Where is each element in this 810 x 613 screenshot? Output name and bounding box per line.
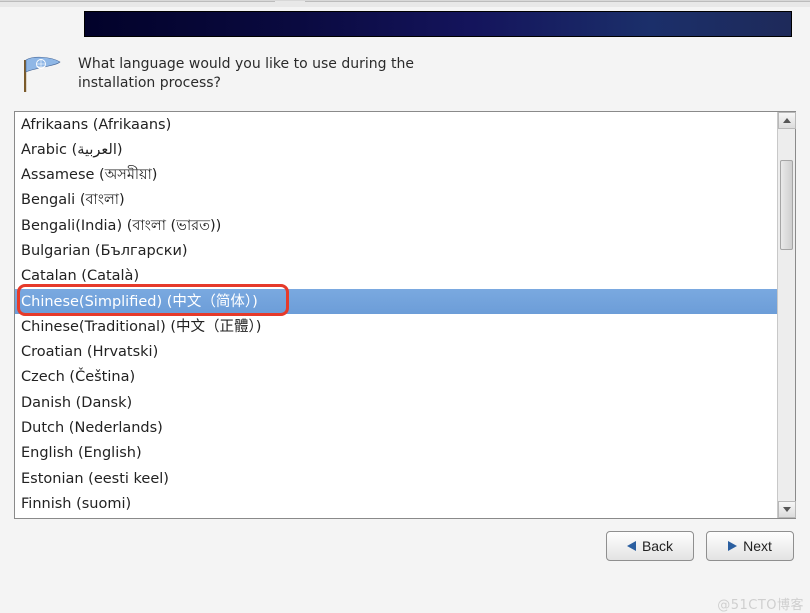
prompt-line2: installation process?: [78, 75, 221, 91]
language-option[interactable]: Chinese(Simplified) (中文（简体）): [15, 289, 777, 314]
watermark: @51CTO博客: [717, 594, 804, 613]
scroll-down-button[interactable]: [778, 501, 796, 518]
un-flag-icon: [20, 53, 64, 95]
language-list-body[interactable]: Afrikaans (Afrikaans)Arabic (العربية)Ass…: [15, 112, 777, 518]
language-option[interactable]: Bengali(India) (বাংলা (ভারত)): [15, 213, 777, 238]
titlebar: [0, 1, 810, 7]
chevron-up-icon: [783, 118, 791, 123]
language-option[interactable]: Catalan (Català): [15, 264, 777, 289]
language-option[interactable]: Bengali (বাংলা): [15, 188, 777, 213]
next-button[interactable]: Next: [706, 531, 794, 561]
language-option[interactable]: Chinese(Traditional) (中文（正體）): [15, 314, 777, 339]
language-option[interactable]: Czech (Čeština): [15, 365, 777, 390]
language-option[interactable]: Afrikaans (Afrikaans): [15, 112, 777, 137]
back-button-label: Back: [642, 538, 673, 554]
prompt-text: What language would you like to use duri…: [78, 53, 414, 93]
language-option[interactable]: Arabic (العربية): [15, 137, 777, 162]
arrow-right-icon: [728, 541, 737, 551]
language-option[interactable]: French (Français): [15, 517, 777, 518]
language-option[interactable]: Dutch (Nederlands): [15, 416, 777, 441]
language-option[interactable]: Assamese (অসমীয়া): [15, 163, 777, 188]
vertical-scrollbar[interactable]: [777, 112, 795, 518]
prompt-row: What language would you like to use duri…: [0, 37, 810, 105]
language-option[interactable]: Estonian (eesti keel): [15, 466, 777, 491]
installer-window: What language would you like to use duri…: [0, 0, 810, 613]
chevron-down-icon: [783, 507, 791, 512]
button-bar: Back Next: [0, 519, 810, 561]
prompt-line1: What language would you like to use duri…: [78, 56, 414, 72]
scroll-up-button[interactable]: [778, 112, 796, 129]
language-option[interactable]: English (English): [15, 441, 777, 466]
language-option[interactable]: Finnish (suomi): [15, 491, 777, 516]
language-list: Afrikaans (Afrikaans)Arabic (العربية)Ass…: [14, 111, 796, 519]
language-option[interactable]: Croatian (Hrvatski): [15, 340, 777, 365]
next-button-label: Next: [743, 538, 772, 554]
language-option[interactable]: Bulgarian (Български): [15, 238, 777, 263]
arrow-left-icon: [627, 541, 636, 551]
language-option[interactable]: Danish (Dansk): [15, 390, 777, 415]
back-button[interactable]: Back: [606, 531, 694, 561]
scroll-thumb[interactable]: [780, 160, 793, 250]
header-banner: [84, 11, 792, 37]
